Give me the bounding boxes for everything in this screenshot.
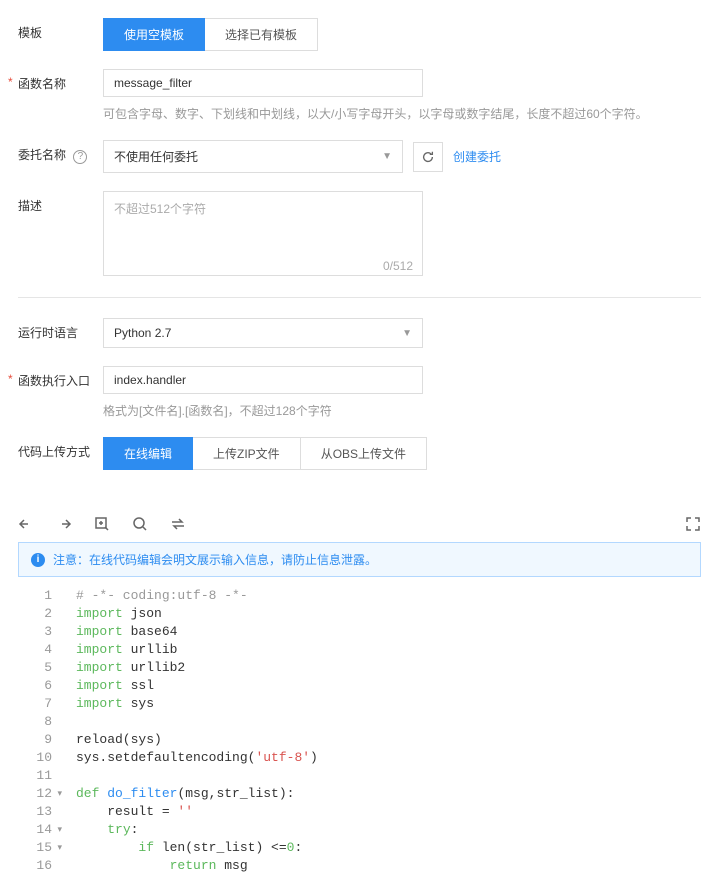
- online-edit-tab[interactable]: 在线编辑: [103, 437, 193, 470]
- delegation-label: 委托名称 ?: [18, 140, 103, 164]
- refresh-button[interactable]: [413, 142, 443, 172]
- code-toolbar: [0, 506, 719, 542]
- description-textarea[interactable]: [103, 191, 423, 276]
- fullscreen-icon[interactable]: [685, 516, 701, 532]
- refresh-icon: [421, 150, 435, 164]
- upload-method-label: 代码上传方式: [18, 437, 103, 460]
- notice-bar: i 注意：在线代码编辑会明文展示输入信息，请防止信息泄露。: [18, 542, 701, 577]
- upload-method-tabs: 在线编辑 上传ZIP文件 从OBS上传文件: [103, 437, 701, 470]
- from-obs-tab[interactable]: 从OBS上传文件: [301, 437, 427, 470]
- notice-text: 注意：在线代码编辑会明文展示输入信息，请防止信息泄露。: [53, 551, 377, 568]
- undo-icon[interactable]: [18, 516, 34, 532]
- add-bookmark-icon[interactable]: [94, 516, 110, 532]
- code-area[interactable]: # -*- coding:utf-8 -*-import jsonimport …: [60, 587, 701, 875]
- template-label: 模板: [18, 18, 103, 41]
- runtime-select[interactable]: Python 2.7 ▼: [103, 318, 423, 348]
- code-editor[interactable]: 12345678910111213141516 # -*- coding:utf…: [18, 587, 701, 875]
- chevron-down-icon: ▼: [382, 151, 392, 162]
- divider: [18, 297, 701, 298]
- char-counter: 0/512: [383, 259, 413, 273]
- existing-template-tab[interactable]: 选择已有模板: [205, 18, 318, 51]
- info-icon: i: [31, 553, 45, 567]
- delegation-select[interactable]: 不使用任何委托 ▼: [103, 140, 403, 173]
- handler-input[interactable]: [103, 366, 423, 394]
- template-tabs: 使用空模板 选择已有模板: [103, 18, 701, 51]
- function-name-label: 函数名称: [18, 69, 103, 92]
- line-numbers: 12345678910111213141516: [18, 587, 60, 875]
- description-label: 描述: [18, 191, 103, 214]
- redo-icon[interactable]: [56, 516, 72, 532]
- transfer-icon[interactable]: [170, 516, 186, 532]
- function-name-input[interactable]: [103, 69, 423, 97]
- handler-label: 函数执行入口: [18, 366, 103, 389]
- search-icon[interactable]: [132, 516, 148, 532]
- runtime-label: 运行时语言: [18, 318, 103, 341]
- handler-help: 格式为[文件名].[函数名]，不超过128个字符: [103, 402, 701, 419]
- create-delegation-link[interactable]: 创建委托: [453, 148, 501, 165]
- empty-template-tab[interactable]: 使用空模板: [103, 18, 205, 51]
- chevron-down-icon: ▼: [402, 328, 412, 339]
- info-icon[interactable]: ?: [73, 150, 87, 164]
- function-name-help: 可包含字母、数字、下划线和中划线，以大/小写字母开头，以字母或数字结尾，长度不超…: [103, 105, 701, 122]
- upload-zip-tab[interactable]: 上传ZIP文件: [193, 437, 301, 470]
